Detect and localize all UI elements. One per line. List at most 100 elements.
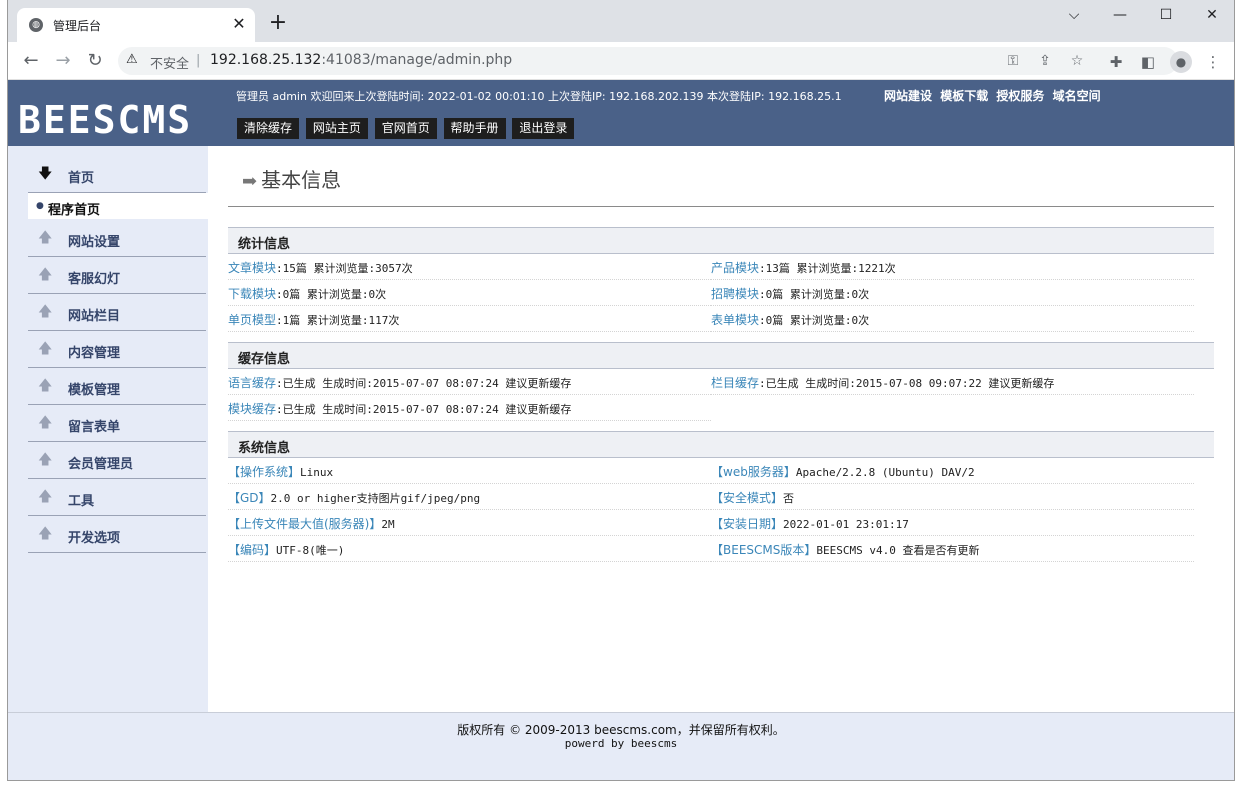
key-icon[interactable]: ⚿: [1004, 52, 1022, 70]
chevron-down-icon[interactable]: ⌵: [1054, 4, 1094, 26]
official-site-button[interactable]: 官网首页: [374, 118, 437, 139]
sidebar-subitem-program-home[interactable]: ● 程序首页: [28, 193, 208, 219]
arrow-up-icon: 🡅: [38, 415, 53, 431]
minimize-icon[interactable]: —: [1100, 4, 1140, 26]
system-row: 【编码】UTF-8(唯一): [228, 536, 711, 562]
cache-key[interactable]: 语言缓存: [228, 376, 276, 390]
link-template-download[interactable]: 模板下载: [940, 89, 988, 103]
url-host: 192.168.25.132: [210, 52, 322, 68]
sidebar-item-slides[interactable]: 🡅 客服幻灯: [28, 257, 206, 294]
warning-icon[interactable]: ⚠: [126, 52, 138, 67]
sidebar-item-label: 内容管理: [68, 346, 121, 361]
side-panel-icon[interactable]: ◧: [1137, 51, 1159, 73]
arrow-up-icon: 🡅: [38, 304, 53, 320]
url-text[interactable]: 192.168.25.132:41083/manage/admin.php: [210, 52, 512, 68]
sidebar-item-label: 工具: [68, 494, 95, 509]
stat-value: :0篇 累计浏览量:0次: [276, 288, 387, 301]
link-site-build[interactable]: 网站建设: [884, 89, 932, 103]
powered-by-text: powerd by beescms: [564, 737, 678, 750]
page-title: ➡ 基本信息: [242, 164, 341, 193]
sidebar-item-templates[interactable]: 🡅 模板管理: [28, 368, 206, 405]
admin-header: BEESCMS 管理员 admin 欢迎回来上次登陆时间: 2022-01-02…: [8, 80, 1234, 146]
extensions-icon[interactable]: ✚: [1105, 51, 1127, 73]
system-key: 【GD】: [228, 491, 271, 505]
section-title: 缓存信息: [238, 352, 291, 367]
system-value: UTF-8(唯一): [276, 544, 345, 557]
profile-avatar-icon[interactable]: ●: [1170, 51, 1192, 73]
link-license-service[interactable]: 授权服务: [996, 89, 1044, 103]
new-tab-button[interactable]: +: [266, 12, 290, 36]
sidebar-item-label: 网站栏目: [68, 309, 121, 324]
sidebar-item-dev-options[interactable]: 🡅 开发选项: [28, 516, 206, 553]
arrow-up-icon: 🡅: [38, 489, 53, 505]
stat-key[interactable]: 产品模块: [711, 261, 759, 275]
stat-value: :1篇 累计浏览量:117次: [276, 314, 400, 327]
main-content: ➡ 基本信息 统计信息 文章模块:15篇 累计浏览量:3057次 产品模块:13篇…: [208, 146, 1234, 712]
stat-value: :15篇 累计浏览量:3057次: [276, 262, 413, 275]
menu-icon[interactable]: ⋮: [1202, 51, 1224, 73]
welcome-text: 管理员 admin 欢迎回来上次登陆时间: 2022-01-02 00:01:1…: [236, 90, 842, 103]
arrow-up-icon: 🡅: [38, 452, 53, 468]
sidebar-item-label: 模板管理: [68, 383, 121, 398]
stat-key[interactable]: 招聘模块: [711, 287, 759, 301]
stat-value: :13篇 累计浏览量:1221次: [759, 262, 896, 275]
site-home-button[interactable]: 网站主页: [305, 118, 368, 139]
stat-row: 文章模块:15篇 累计浏览量:3057次: [228, 254, 711, 280]
system-key: 【BEESCMS版本】: [711, 543, 817, 557]
system-row: 【上传文件最大值(服务器)】2M: [228, 510, 711, 536]
tab-title: 管理后台: [53, 19, 102, 33]
cache-key[interactable]: 栏目缓存: [711, 376, 759, 390]
share-icon[interactable]: ⇪: [1036, 52, 1054, 70]
star-icon[interactable]: ☆: [1068, 52, 1086, 70]
sidebar-item-content[interactable]: 🡅 内容管理: [28, 331, 206, 368]
arrow-up-icon: 🡅: [38, 267, 53, 283]
maximize-icon[interactable]: ☐: [1146, 4, 1186, 26]
system-key: 【安装日期】: [711, 517, 784, 531]
cache-value: :已生成 生成时间:2015-07-07 08:07:24 建议更新缓存: [276, 377, 572, 390]
sidebar-item-label: 开发选项: [68, 531, 121, 546]
not-secure-label[interactable]: 不安全: [150, 53, 189, 72]
system-value[interactable]: BEESCMS v4.0 查看是否有更新: [816, 544, 979, 557]
copyright-text: 版权所有 © 2009-2013 beescms.com，并保留所有权利。: [457, 723, 785, 737]
stat-key[interactable]: 表单模块: [711, 313, 759, 327]
stat-key[interactable]: 单页模型: [228, 313, 276, 327]
arrow-up-icon: 🡅: [38, 378, 53, 394]
sidebar-item-columns[interactable]: 🡅 网站栏目: [28, 294, 206, 331]
browser-toolbar: ← → ↻ ⚠ 不安全 | 192.168.25.132:41083/manag…: [8, 42, 1234, 80]
system-key: 【web服务器】: [711, 465, 796, 479]
stat-row: 表单模块:0篇 累计浏览量:0次: [711, 306, 1194, 332]
system-value: 2.0 or higher支持图片gif/jpeg/png: [270, 492, 481, 505]
forward-icon[interactable]: →: [51, 49, 75, 73]
system-value: 否: [783, 492, 795, 505]
cache-key[interactable]: 模块缓存: [228, 402, 276, 416]
arrow-up-icon: 🡅: [38, 341, 53, 357]
sidebar-item-tools[interactable]: 🡅 工具: [28, 479, 206, 516]
help-manual-button[interactable]: 帮助手册: [443, 118, 506, 139]
logout-button[interactable]: 退出登录: [512, 118, 575, 139]
section-header-stats: 统计信息: [228, 227, 1214, 254]
sidebar-item-home[interactable]: 🡇 首页: [28, 156, 206, 193]
sidebar-item-members[interactable]: 🡅 会员管理员: [28, 442, 206, 479]
stat-row: 招聘模块:0篇 累计浏览量:0次: [711, 280, 1194, 306]
sidebar-item-site-settings[interactable]: 🡅 网站设置: [28, 220, 206, 257]
system-value: 2M: [381, 518, 395, 531]
section-title: 统计信息: [238, 237, 291, 252]
back-icon[interactable]: ←: [19, 49, 43, 73]
section-header-system: 系统信息: [228, 431, 1214, 458]
link-domain-hosting[interactable]: 域名空间: [1053, 89, 1101, 103]
logo: BEESCMS: [18, 98, 193, 142]
sidebar-item-label: 会员管理员: [68, 457, 134, 472]
sidebar-item-messages[interactable]: 🡅 留言表单: [28, 405, 206, 442]
stat-key[interactable]: 文章模块: [228, 261, 276, 275]
close-window-icon[interactable]: ✕: [1192, 4, 1232, 26]
stat-key[interactable]: 下载模块: [228, 287, 276, 301]
browser-tab[interactable]: ◍ 管理后台 ✕: [17, 8, 255, 42]
close-tab-icon[interactable]: ✕: [229, 14, 249, 34]
clear-cache-button[interactable]: 清除缓存: [237, 118, 300, 139]
sidebar: 🡇 首页 ● 程序首页 🡅 网站设置 🡅 客服幻灯 🡅 网站栏目 🡅 内容管理 …: [8, 146, 208, 712]
system-key: 【安全模式】: [711, 491, 784, 505]
system-row: 【安装日期】2022-01-01 23:01:17: [711, 510, 1194, 536]
system-key: 【编码】: [228, 543, 277, 557]
address-bar[interactable]: ⚠ 不安全 | 192.168.25.132:41083/manage/admi…: [118, 47, 1178, 75]
reload-icon[interactable]: ↻: [83, 49, 107, 73]
